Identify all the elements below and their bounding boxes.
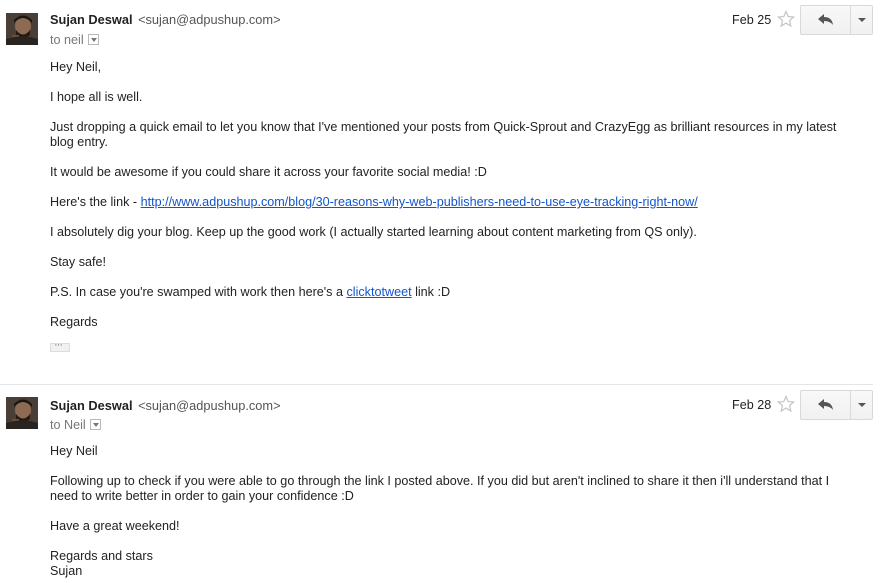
body-paragraph: I hope all is well. <box>50 90 143 104</box>
body-paragraph: Stay safe! <box>50 255 107 269</box>
avatar[interactable] <box>6 397 38 429</box>
link-prefix: Here's the link - <box>50 195 141 209</box>
ps-prefix: P.S. In case you're swamped with work th… <box>50 285 347 299</box>
sender-line: Sujan Deswal <sujan@adpushup.com> <box>50 398 281 413</box>
signoff: Regards <box>50 315 98 329</box>
sender-email: <sujan@adpushup.com> <box>138 12 281 27</box>
show-details-dropdown-icon[interactable] <box>87 34 99 45</box>
link-paragraph: Here's the link - http://www.adpushup.co… <box>50 195 860 210</box>
to-prefix: to <box>50 33 65 47</box>
caret-down-icon <box>857 403 866 407</box>
blog-post-link[interactable]: http://www.adpushup.com/blog/30-reasons-… <box>141 195 698 209</box>
body-paragraph: Following up to check if you were able t… <box>50 474 830 503</box>
avatar[interactable] <box>6 13 38 45</box>
greeting: Hey Neil, <box>50 60 102 74</box>
ps-paragraph: P.S. In case you're swamped with work th… <box>50 285 860 300</box>
signoff: Regards and stars Sujan <box>50 549 860 579</box>
ps-suffix: link :D <box>411 285 451 299</box>
caret-down-icon <box>857 18 866 22</box>
show-details-dropdown-icon[interactable] <box>89 419 101 430</box>
star-outline-icon[interactable] <box>777 395 795 413</box>
message-body: Hey Neil Following up to check if you we… <box>50 444 860 579</box>
reply-arrow-icon <box>817 399 833 410</box>
clicktotweet-link[interactable]: clicktotweet <box>346 285 411 299</box>
to-prefix: to <box>50 418 65 432</box>
sender-name[interactable]: Sujan Deswal <box>50 12 133 27</box>
reply-arrow-icon <box>817 14 833 25</box>
avatar-photo-icon <box>6 397 38 429</box>
message-body: Hey Neil, I hope all is well. Just dropp… <box>50 60 860 356</box>
recipient-line: to Neil <box>50 418 101 432</box>
signature-name: Sujan <box>50 564 83 578</box>
more-options-button[interactable] <box>851 391 872 419</box>
message-date[interactable]: Feb 28 <box>732 398 771 412</box>
sender-line: Sujan Deswal <sujan@adpushup.com> <box>50 12 281 27</box>
body-paragraph: Have a great weekend! <box>50 519 180 533</box>
recipient-name: neil <box>64 33 84 47</box>
avatar-photo-icon <box>6 13 38 45</box>
reply-button-group <box>800 5 873 35</box>
email-message-1: Sujan Deswal <sujan@adpushup.com> to nei… <box>0 0 873 384</box>
body-paragraph: I absolutely dig your blog. Keep up the … <box>50 225 697 239</box>
message-date[interactable]: Feb 25 <box>732 13 771 27</box>
email-message-2: Sujan Deswal <sujan@adpushup.com> to Nei… <box>0 384 873 583</box>
show-trimmed-content-button[interactable] <box>50 338 70 353</box>
more-options-button[interactable] <box>851 6 872 34</box>
sender-name[interactable]: Sujan Deswal <box>50 398 133 413</box>
signoff-line: Regards and stars <box>50 549 153 563</box>
reply-button[interactable] <box>801 391 851 419</box>
recipient-line: to neil <box>50 33 99 47</box>
body-paragraph: Just dropping a quick email to let you k… <box>50 120 837 149</box>
star-outline-icon[interactable] <box>777 10 795 28</box>
recipient-name: Neil <box>64 418 86 432</box>
reply-button[interactable] <box>801 6 851 34</box>
reply-button-group <box>800 390 873 420</box>
body-paragraph: It would be awesome if you could share i… <box>50 165 487 179</box>
greeting: Hey Neil <box>50 444 98 458</box>
sender-email: <sujan@adpushup.com> <box>138 398 281 413</box>
